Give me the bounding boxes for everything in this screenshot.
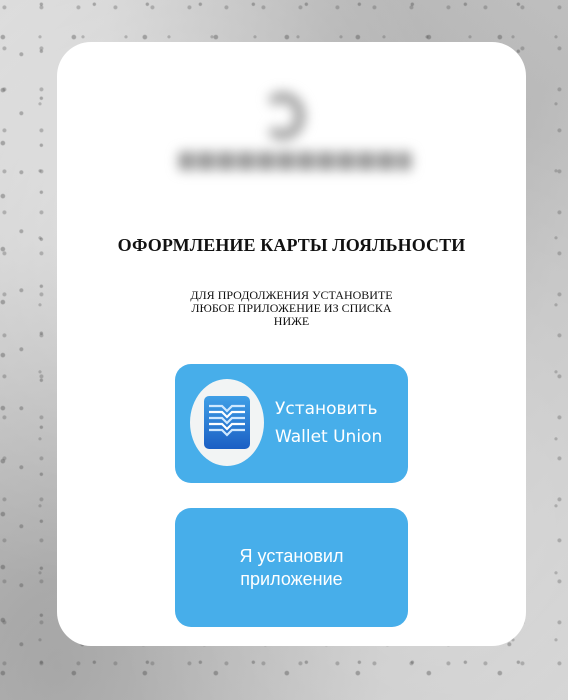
install-button-line: Wallet Union bbox=[275, 427, 383, 447]
brand-logo-mark bbox=[261, 92, 305, 140]
loyalty-card-panel: ОФОРМЛЕНИЕ КАРТЫ ЛОЯЛЬНОСТИ ДЛЯ ПРОДОЛЖЕ… bbox=[57, 42, 526, 646]
install-button-label: Установить Wallet Union bbox=[275, 395, 382, 451]
installed-button-line: Я установил bbox=[239, 545, 344, 566]
installed-button-label: Я установил приложение bbox=[240, 545, 344, 591]
instructions-text: ДЛЯ ПРОДОЛЖЕНИЯ УСТАНОВИТЕ ЛЮБОЕ ПРИЛОЖЕ… bbox=[156, 289, 427, 328]
install-wallet-union-button[interactable]: Установить Wallet Union bbox=[175, 364, 408, 483]
app-installed-button[interactable]: Я установил приложение bbox=[175, 508, 408, 627]
brand-logo bbox=[173, 90, 417, 188]
installed-button-line: приложение bbox=[240, 568, 343, 589]
wallet-union-app-icon bbox=[204, 396, 250, 449]
page-title: ОФОРМЛЕНИЕ КАРТЫ ЛОЯЛЬНОСТИ bbox=[117, 235, 466, 255]
install-button-line: Установить bbox=[275, 399, 378, 419]
app-icon-circle bbox=[190, 379, 264, 466]
instructions-line: НИЖЕ bbox=[273, 314, 310, 328]
brand-logo-wordmark bbox=[179, 152, 411, 170]
